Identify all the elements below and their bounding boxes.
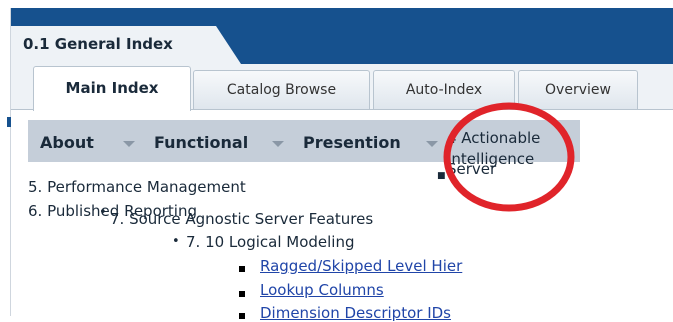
link-dimension-descriptor-ids[interactable]: Dimension Descriptor IDs xyxy=(260,304,451,322)
bullet-icon: • xyxy=(172,234,180,249)
list-item-logical-modeling: 7. 10 Logical Modeling xyxy=(186,233,355,251)
square-bullet-icon xyxy=(239,266,245,272)
tab-catalog-browse[interactable]: Catalog Browse xyxy=(193,70,370,109)
link-lookup-columns[interactable]: Lookup Columns xyxy=(260,281,384,299)
nav-item-about[interactable]: About xyxy=(40,133,94,152)
page-title: 0.1 General Index xyxy=(23,35,173,53)
side-marker xyxy=(7,117,11,127)
nav-item-presention[interactable]: Presention xyxy=(303,133,401,152)
square-bullet-icon xyxy=(239,291,245,297)
list-item-performance-management: 5. Performance Management xyxy=(28,178,246,196)
chevron-down-icon[interactable] xyxy=(123,141,135,147)
link-ragged-skipped-level-hier[interactable]: Ragged/Skipped Level Hier xyxy=(260,257,462,275)
tab-main-index[interactable]: Main Index xyxy=(33,66,191,111)
bullet-icon: • xyxy=(99,205,107,220)
chevron-down-icon[interactable] xyxy=(272,141,284,147)
square-bullet-icon xyxy=(239,313,245,319)
nav-item-functional[interactable]: Functional xyxy=(154,133,248,152)
list-item-source-agnostic: 7. Source Agnostic Server Features xyxy=(110,210,374,228)
red-circle-annotation xyxy=(443,102,575,212)
